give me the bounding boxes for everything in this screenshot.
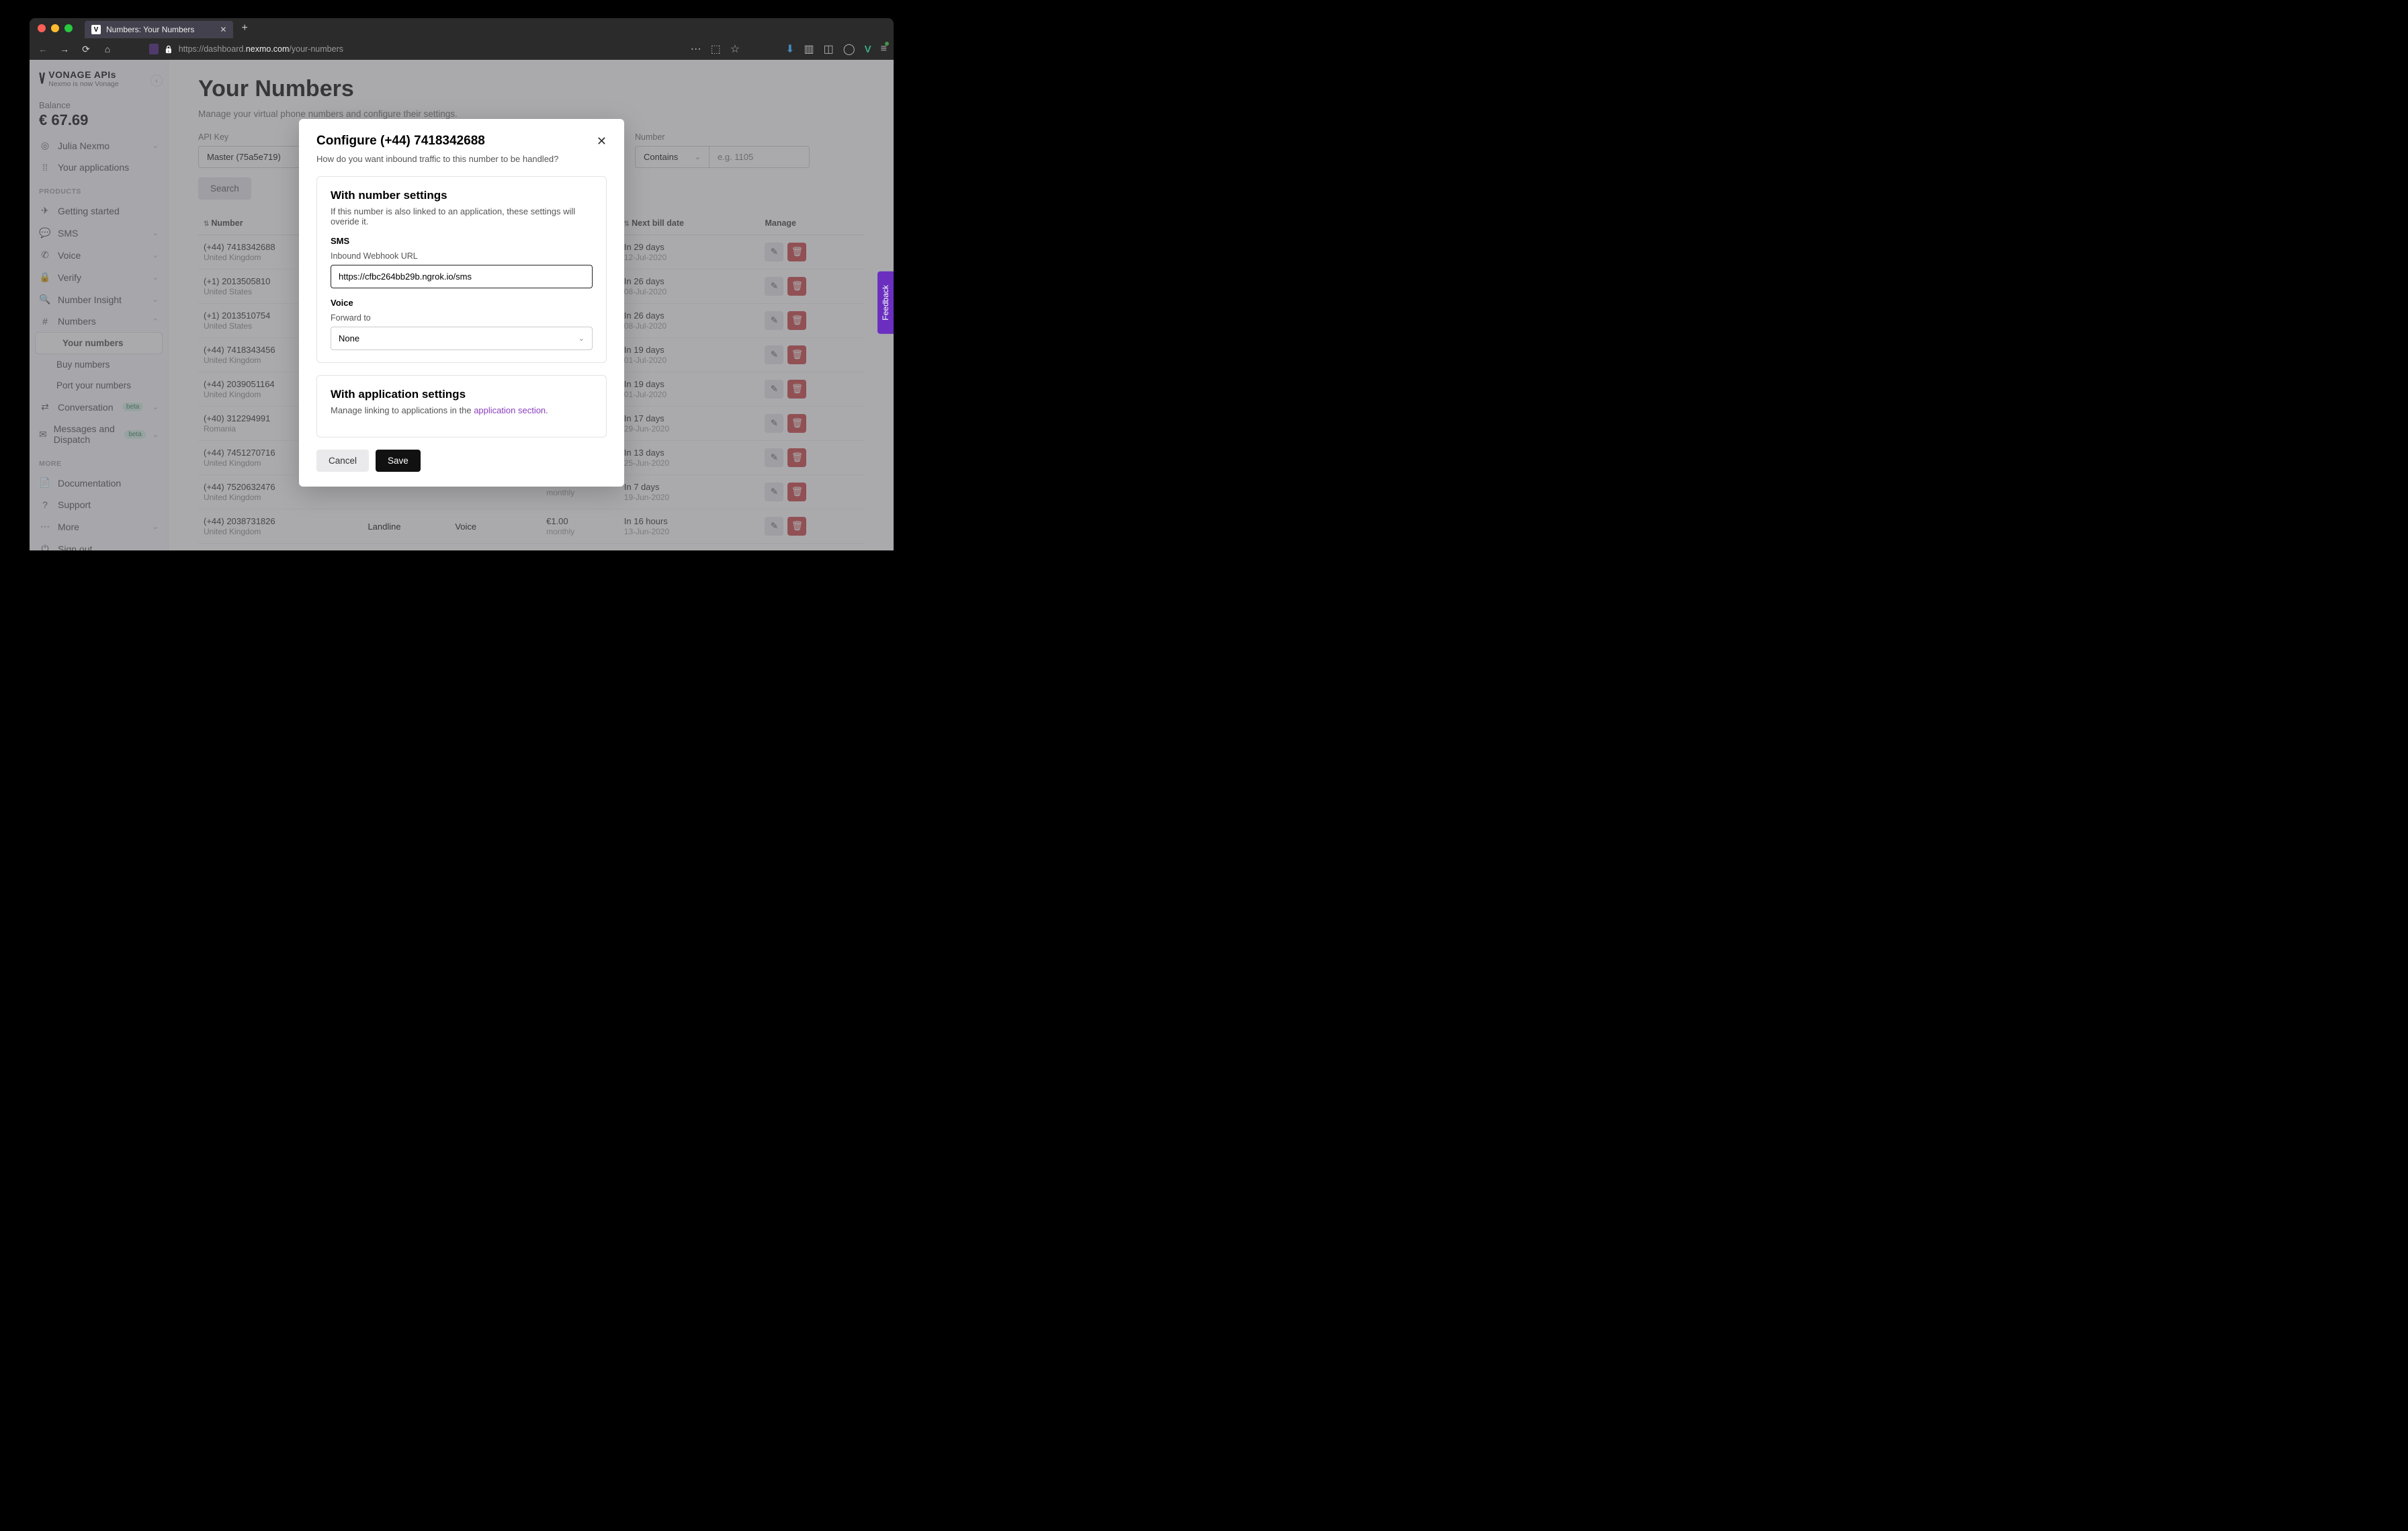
library-icon[interactable]: ▥ <box>804 42 814 56</box>
page-actions-icon[interactable]: ⋯ <box>691 42 701 56</box>
sms-section-label: SMS <box>331 236 593 246</box>
close-icon[interactable]: ✕ <box>597 134 607 149</box>
viewport: ‹ \/ VONAGE APIs Nexmo is now Vonage Bal… <box>30 60 894 550</box>
webhook-label: Inbound Webhook URL <box>331 251 593 261</box>
close-tab-icon[interactable]: ✕ <box>220 25 226 34</box>
save-button[interactable]: Save <box>376 450 421 472</box>
extension-icon[interactable]: V <box>865 44 871 55</box>
pocket-icon[interactable]: ⬚ <box>711 42 721 56</box>
card-title: With number settings <box>331 189 593 202</box>
menu-icon[interactable]: ≡ <box>881 43 887 55</box>
voice-section-label: Voice <box>331 298 593 308</box>
forward-to-select[interactable]: None ⌄ <box>331 327 593 350</box>
lock-icon <box>164 44 173 54</box>
toolbar-right: ⋯ ⬚ ☆ ⬇ ▥ ◫ ◯ V ≡ <box>691 42 887 56</box>
address-bar[interactable]: https://dashboard.nexmo.com/your-numbers <box>149 44 656 54</box>
card-subtitle: If this number is also linked to an appl… <box>331 206 593 226</box>
minimize-window-icon[interactable] <box>51 24 59 32</box>
tab-bar: V Numbers: Your Numbers ✕ + <box>30 18 894 38</box>
application-settings-card: With application settings Manage linking… <box>316 375 607 438</box>
browser-window: V Numbers: Your Numbers ✕ + ← → ⟳ ⌂ http… <box>30 18 894 550</box>
modal-subtitle: How do you want inbound traffic to this … <box>316 154 607 164</box>
favicon-icon: V <box>91 25 101 34</box>
tab-title: Numbers: Your Numbers <box>106 25 194 34</box>
home-button[interactable]: ⌂ <box>101 42 114 56</box>
application-section-link[interactable]: application section <box>474 405 546 415</box>
forward-button[interactable]: → <box>58 42 71 56</box>
maximize-window-icon[interactable] <box>64 24 73 32</box>
back-button[interactable]: ← <box>36 42 50 56</box>
feedback-tab[interactable]: Feedback <box>877 272 894 334</box>
webhook-url-input[interactable] <box>331 265 593 288</box>
card-subtitle: Manage linking to applications in the ap… <box>331 405 593 415</box>
bookmark-icon[interactable]: ☆ <box>730 42 740 56</box>
card-title: With application settings <box>331 388 593 401</box>
new-tab-button[interactable]: + <box>241 22 247 34</box>
number-settings-card: With number settings If this number is a… <box>316 176 607 363</box>
forward-label: Forward to <box>331 313 593 323</box>
close-window-icon[interactable] <box>38 24 46 32</box>
modal-overlay[interactable]: Configure (+44) 7418342688 ✕ How do you … <box>30 60 894 550</box>
browser-tab[interactable]: V Numbers: Your Numbers ✕ <box>85 21 233 38</box>
modal-title: Configure (+44) 7418342688 <box>316 134 485 149</box>
reload-button[interactable]: ⟳ <box>79 42 93 56</box>
configure-modal: Configure (+44) 7418342688 ✕ How do you … <box>299 119 624 487</box>
account-icon[interactable]: ◯ <box>843 42 855 56</box>
cancel-button[interactable]: Cancel <box>316 450 369 472</box>
chevron-down-icon: ⌄ <box>578 334 585 343</box>
downloads-icon[interactable]: ⬇ <box>785 42 794 56</box>
sidebar-icon[interactable]: ◫ <box>824 42 834 56</box>
window-controls <box>38 24 73 32</box>
shield-icon[interactable] <box>149 44 159 54</box>
browser-toolbar: ← → ⟳ ⌂ https://dashboard.nexmo.com/your… <box>30 38 894 60</box>
